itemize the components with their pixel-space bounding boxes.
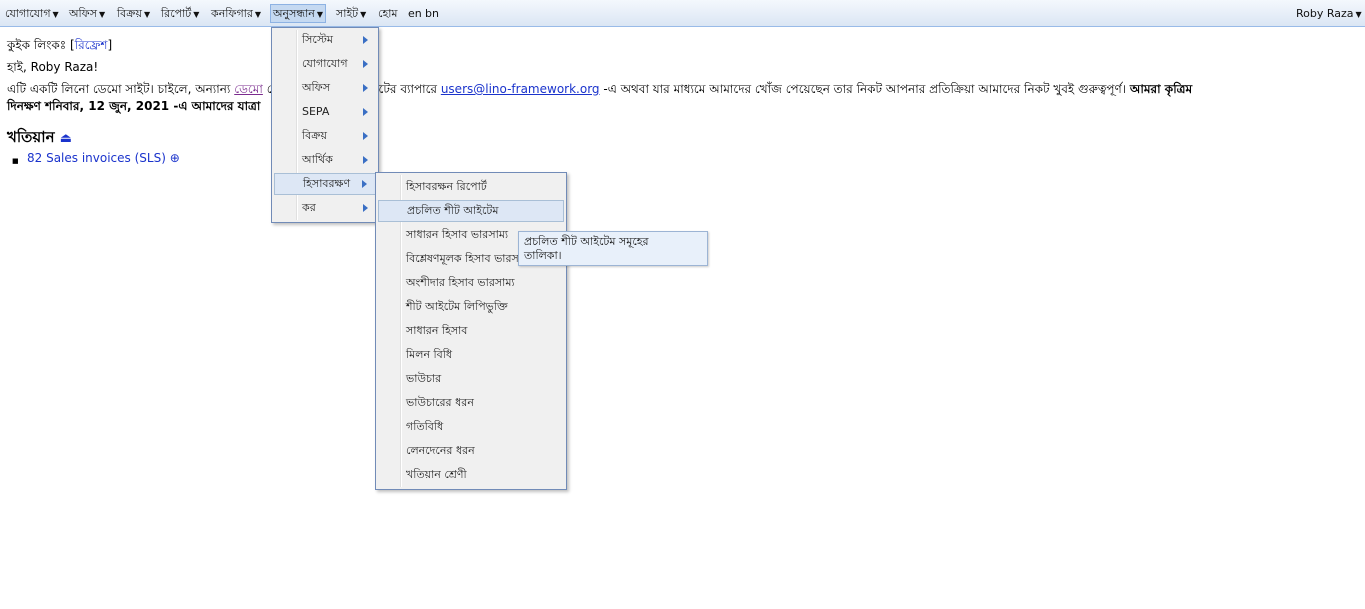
submenu-item-sheet-item-entries[interactable]: শীট আইটেম লিপিভুক্তি [378, 296, 564, 318]
lang-en[interactable]: en [406, 4, 424, 23]
quick-links-label: কুইক লিংকঃ [ [7, 38, 75, 52]
menu-office[interactable]: অফিস ▼ [67, 4, 107, 23]
greeting: হাই, Roby Raza! [7, 60, 99, 74]
explorer-dropdown: সিস্টেম যোগাযোগ অফিস SEPA বিক্রয় আর্থিক… [271, 27, 379, 223]
user-name: Roby Raza [1296, 7, 1354, 20]
quick-links-bracket: ] [107, 38, 113, 52]
menu-item-label: অফিস [302, 81, 330, 94]
menu-label: অনুসন্ধান [273, 7, 315, 20]
quick-links: কুইক লিংকঃ [রিফ্রেশ] [7, 37, 112, 57]
menu-item-financial[interactable]: আর্থিক [274, 149, 376, 171]
eject-icon[interactable]: ⏏ [60, 131, 72, 146]
menu-home[interactable]: হোম [376, 4, 400, 23]
caret-down-icon: ▼ [52, 10, 59, 19]
submenu-arrow-icon [363, 108, 368, 116]
accounting-submenu: হিসাবরক্ষন রিপোর্ট প্রচলিত শীট আইটেম সাধ… [375, 172, 567, 490]
caret-down-icon: ▼ [360, 10, 367, 19]
ledger-heading: খতিয়ান ⏏ [7, 126, 72, 151]
menu-label: en [408, 7, 422, 20]
intro-text: এটি একটি লিনো ডেমো সাইট। চাইলে, অন্যান্য [7, 82, 235, 96]
menu-item-label: হিসাবরক্ষণ [303, 177, 351, 190]
refresh-link[interactable]: রিফ্রেশ [75, 38, 108, 52]
user-menu[interactable]: Roby Raza ▼ [1294, 4, 1364, 23]
bullet-icon: ■ [12, 157, 19, 165]
tooltip-line: প্রচলিত শীট আইটেম সমূহের [524, 235, 649, 248]
submenu-item-voucher-types[interactable]: ভাউচারের ধরন [378, 392, 564, 414]
menu-reports[interactable]: রিপোর্ট ▼ [159, 4, 201, 23]
add-circle-icon[interactable]: ⊕ [170, 151, 180, 165]
list-item: 82 Sales invoices (SLS) ⊕ [27, 151, 180, 165]
menu-item-label: সিস্টেম [302, 33, 333, 46]
menu-label: বিক্রয় [117, 7, 142, 20]
submenu-arrow-icon [363, 36, 368, 44]
menu-label: যোগাযোগ [5, 7, 51, 20]
menu-item-accounting[interactable]: হিসাবরক্ষণ [274, 173, 376, 195]
menu-label: bn [425, 7, 439, 20]
menu-item-label: আর্থিক [302, 153, 333, 166]
menu-item-label: যোগাযোগ [302, 57, 348, 70]
submenu-arrow-icon [363, 156, 368, 164]
submenu-item-matching-rules[interactable]: মিলন বিধি [378, 344, 564, 366]
caret-down-icon: ▼ [254, 10, 262, 19]
submenu-arrow-icon [363, 132, 368, 140]
menu-item-system[interactable]: সিস্টেম [274, 29, 376, 51]
menu-label: সাইট [336, 7, 359, 20]
caret-down-icon: ▼ [143, 10, 151, 19]
caret-down-icon: ▼ [1355, 10, 1362, 19]
submenu-item-general-accounts[interactable]: সাধারন হিসাব [378, 320, 564, 342]
menu-label: অফিস [69, 7, 97, 20]
menu-item-tax[interactable]: কর [274, 197, 376, 219]
menu-contacts[interactable]: যোগাযোগ ▼ [3, 4, 61, 23]
date-line: দিনক্ষণ শনিবার, 12 জুন, 2021 -এ আমাদের য… [7, 99, 261, 113]
menu-item-contacts[interactable]: যোগাযোগ [274, 53, 376, 75]
menu-item-sales[interactable]: বিক্রয় [274, 125, 376, 147]
caret-down-icon: ▼ [98, 10, 106, 19]
menu-explorer[interactable]: অনুসন্ধান ▼ [270, 4, 326, 23]
menu-site[interactable]: সাইট ▼ [334, 4, 368, 23]
menu-configure[interactable]: কনফিগার ▼ [209, 4, 263, 23]
tooltip: প্রচলিত শীট আইটেম সমূহের তালিকা। [518, 231, 708, 266]
menu-item-office[interactable]: অফিস [274, 77, 376, 99]
submenu-item-common-sheet-items[interactable]: প্রচলিত শীট আইটেম [378, 200, 564, 222]
submenu-item-journal-groups[interactable]: খতিয়ান শ্রেণী [378, 464, 564, 486]
submenu-item-partner-balances[interactable]: অংশীদার হিসাব ভারসাম্য [378, 272, 564, 294]
email-link[interactable]: users@lino-framework.org [441, 82, 600, 96]
menu-label: কনফিগার [211, 7, 253, 20]
sales-invoices-link[interactable]: 82 Sales invoices (SLS) [27, 151, 166, 165]
submenu-item-vouchers[interactable]: ভাউচার [378, 368, 564, 390]
caret-down-icon: ▼ [316, 10, 323, 19]
caret-down-icon: ▼ [193, 10, 200, 19]
menu-item-sepa[interactable]: SEPA [274, 101, 376, 123]
menu-item-label: বিক্রয় [302, 129, 327, 142]
submenu-arrow-icon [362, 180, 367, 188]
submenu-arrow-icon [363, 204, 368, 212]
tooltip-line: তালিকা। [524, 249, 562, 262]
intro-bold: আমরা কৃত্রিম [1129, 82, 1193, 96]
demo-link[interactable]: ডেমো [234, 82, 263, 96]
menu-label: রিপোর্ট [161, 7, 192, 20]
submenu-arrow-icon [363, 84, 368, 92]
heading-text: খতিয়ান [7, 128, 55, 146]
submenu-arrow-icon [363, 60, 368, 68]
intro-text: -এ অথবা যার মাধ্যমে আমাদের খোঁজ পেয়েছেন… [599, 82, 1130, 96]
menu-item-label: কর [302, 201, 316, 214]
submenu-item-accounting-report[interactable]: হিসাবরক্ষন রিপোর্ট [378, 176, 564, 198]
menu-item-label: SEPA [302, 105, 330, 118]
menu-label: হোম [378, 7, 398, 20]
lang-bn[interactable]: bn [423, 4, 441, 23]
submenu-item-trade-types[interactable]: লেনদেনের ধরন [378, 440, 564, 462]
submenu-item-movements[interactable]: গতিবিধি [378, 416, 564, 438]
menu-sales[interactable]: বিক্রয় ▼ [115, 4, 152, 23]
top-menubar: যোগাযোগ ▼ অফিস ▼ বিক্রয় ▼ রিপোর্ট ▼ কনফিগার… [0, 0, 1365, 27]
